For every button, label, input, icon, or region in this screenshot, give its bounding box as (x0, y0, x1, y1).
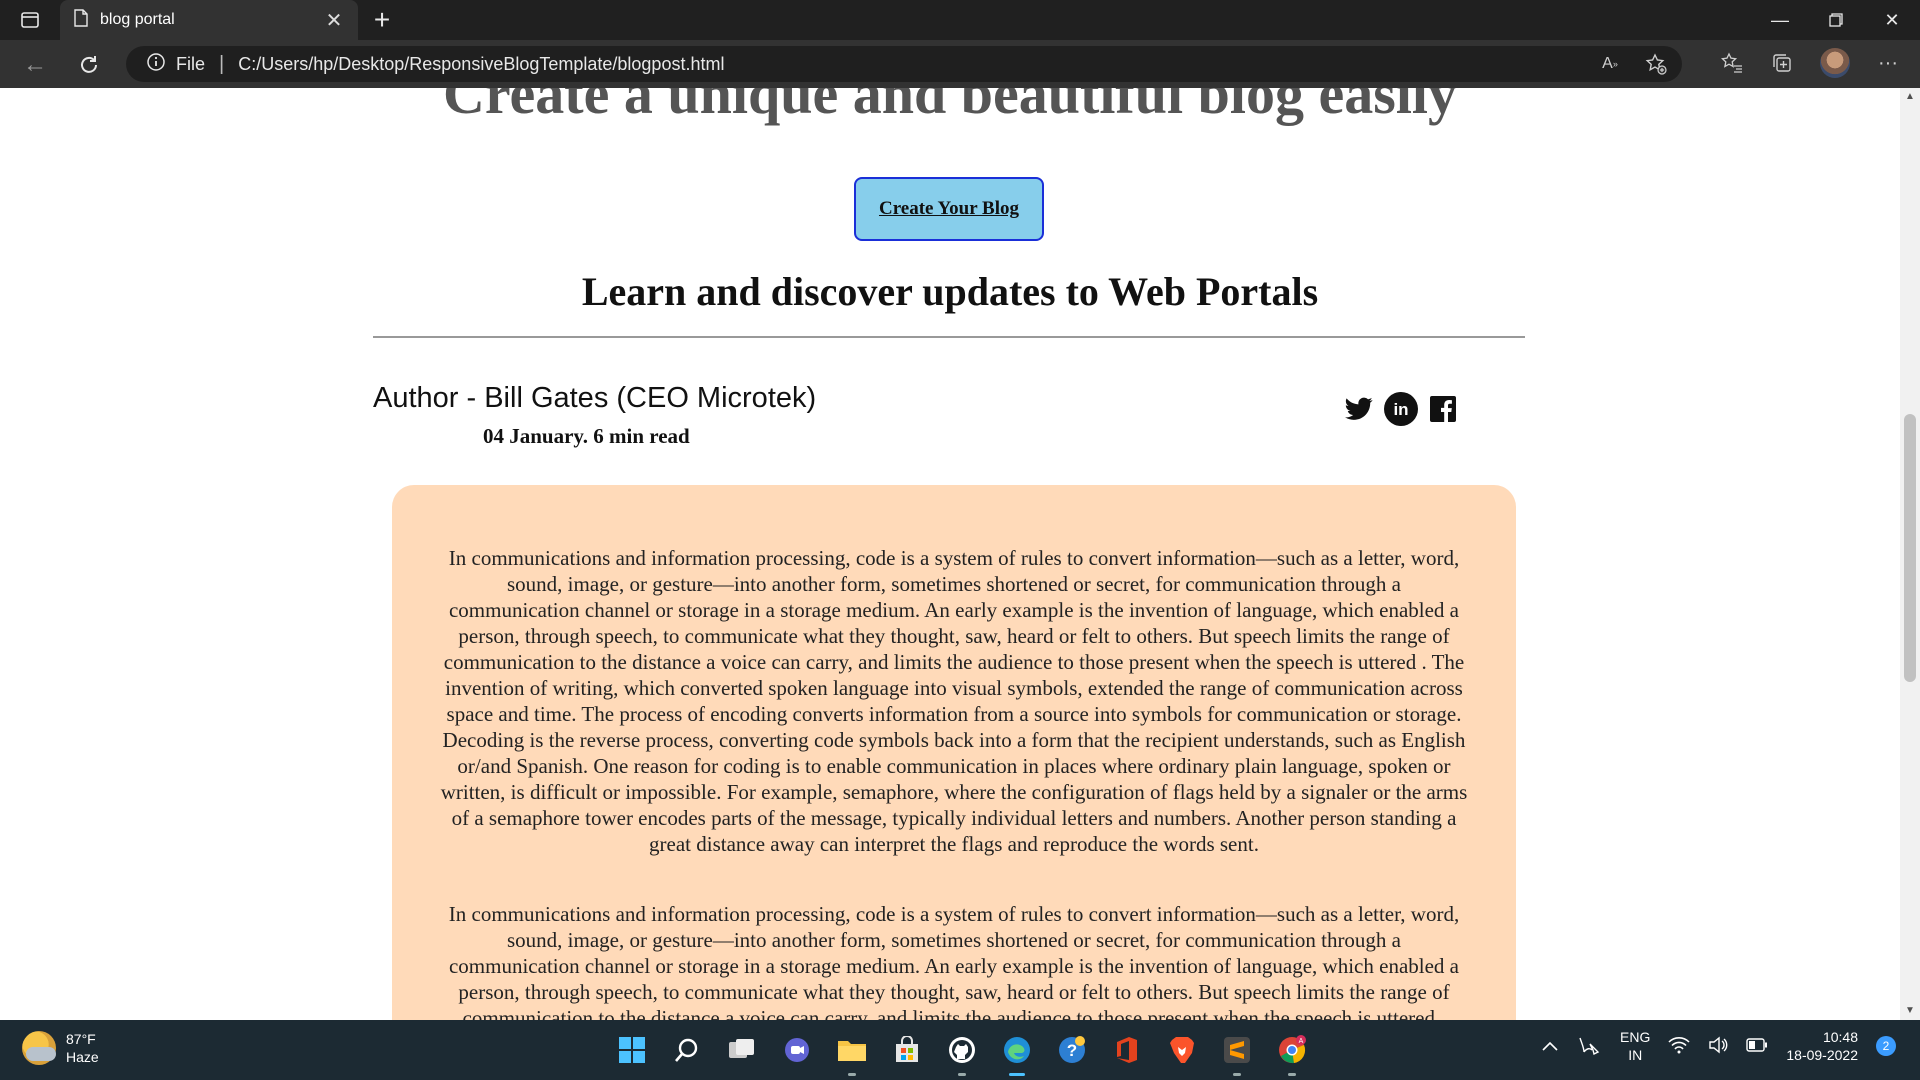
scroll-up-icon[interactable]: ▲ (1900, 88, 1920, 106)
create-blog-button[interactable]: Create Your Blog (854, 177, 1044, 241)
linkedin-icon[interactable]: in (1384, 392, 1418, 426)
tab-active[interactable]: blog portal ✕ (60, 0, 358, 40)
twitter-icon[interactable] (1342, 392, 1376, 426)
post-paragraph: In communications and information proces… (448, 902, 1460, 1020)
minimize-icon[interactable]: — (1752, 0, 1808, 40)
volume-icon[interactable] (1708, 1036, 1728, 1057)
page-viewport: Create a unique and beautiful blog easil… (0, 88, 1900, 1020)
page-icon (74, 8, 88, 32)
sublime-text-icon[interactable] (1217, 1030, 1257, 1076)
clock-date: 18-09-2022 (1786, 1047, 1858, 1063)
post-paragraph: In communications and information proces… (440, 546, 1468, 856)
address-separator: | (219, 52, 225, 75)
brave-icon[interactable] (1162, 1030, 1202, 1070)
social-links: in (1342, 392, 1460, 426)
weather-condition: Haze (66, 1049, 99, 1065)
section-heading: Learn and discover updates to Web Portal… (581, 269, 1319, 314)
chat-icon[interactable] (777, 1030, 817, 1070)
facebook-icon[interactable] (1426, 392, 1460, 426)
svg-text:A: A (1299, 1038, 1304, 1045)
clock[interactable]: 10:48 18-09-2022 (1786, 1028, 1858, 1064)
taskbar-apps: ? A (612, 1030, 1312, 1076)
region-code: IN (1628, 1047, 1643, 1063)
language-indicator[interactable]: ENG IN (1620, 1028, 1650, 1064)
weather-widget[interactable]: 87°F Haze (22, 1030, 99, 1066)
taskbar: 87°F Haze ? A ENG IN 10:48 18-09-2022 2 (0, 1020, 1920, 1080)
tab-title: blog portal (100, 11, 175, 28)
window-controls: — ✕ (1752, 0, 1920, 40)
store-icon[interactable] (887, 1030, 927, 1070)
task-view-icon[interactable] (722, 1030, 762, 1070)
start-icon[interactable] (612, 1030, 652, 1070)
post-content-card: In communications and information proces… (392, 485, 1516, 1020)
clock-time: 10:48 (1822, 1029, 1858, 1045)
address-bar[interactable]: File | C:/Users/hp/Desktop/ResponsiveBlo… (126, 46, 1682, 82)
help-icon[interactable]: ? (1052, 1030, 1092, 1070)
tab-strip: blog portal ✕ + — ✕ (0, 0, 1920, 40)
system-tray: ENG IN 10:48 18-09-2022 2 (1542, 1028, 1896, 1064)
chrome-icon[interactable]: A (1272, 1030, 1312, 1076)
post-meta: 04 January. 6 min read (483, 424, 690, 448)
wifi-icon[interactable] (1668, 1036, 1690, 1057)
more-icon[interactable]: ··· (1876, 51, 1900, 75)
temperature: 87°F (66, 1031, 96, 1047)
office-icon[interactable] (1107, 1030, 1147, 1070)
svg-text:?: ? (1067, 1041, 1077, 1060)
battery-icon[interactable] (1746, 1037, 1768, 1055)
collections-icon[interactable] (1770, 51, 1794, 75)
notification-badge[interactable]: 2 (1876, 1036, 1896, 1056)
back-icon[interactable]: ← (18, 48, 52, 82)
chevron-up-icon[interactable] (1542, 1038, 1558, 1054)
refresh-icon[interactable] (72, 48, 106, 82)
add-favorite-icon[interactable] (1644, 52, 1668, 76)
author-name: Author - Bill Gates (CEO Microtek) (373, 382, 817, 414)
browser-toolbar: ← File | C:/Users/hp/Desktop/ResponsiveB… (0, 40, 1920, 88)
avatar[interactable] (1820, 48, 1850, 78)
hero-title: Create a unique and beautiful blog easil… (442, 88, 1458, 126)
read-aloud-icon[interactable]: A» (1598, 52, 1622, 76)
language-code: ENG (1620, 1029, 1651, 1045)
scroll-down-icon[interactable]: ▼ (1900, 1002, 1920, 1020)
haze-weather-icon (22, 1031, 56, 1065)
address-scheme: File (176, 53, 206, 74)
divider (373, 336, 1525, 338)
plus-icon[interactable]: + (368, 6, 396, 34)
close-icon[interactable]: ✕ (324, 8, 344, 33)
github-icon[interactable] (942, 1030, 982, 1076)
pen-icon[interactable] (1576, 1034, 1602, 1059)
scrollbar[interactable]: ▲ ▼ (1900, 88, 1920, 1020)
info-icon[interactable] (146, 52, 166, 77)
favorites-icon[interactable] (1720, 51, 1744, 75)
address-url[interactable]: C:/Users/hp/Desktop/ResponsiveBlogTempla… (238, 54, 724, 75)
window-close-icon[interactable]: ✕ (1864, 0, 1920, 40)
scroll-thumb[interactable] (1904, 414, 1916, 682)
edge-icon[interactable] (997, 1030, 1037, 1076)
restore-icon[interactable] (1808, 0, 1864, 40)
tab-actions-icon[interactable] (16, 8, 44, 32)
svg-text:in: in (1393, 400, 1408, 419)
search-icon[interactable] (667, 1030, 707, 1070)
file-explorer-icon[interactable] (832, 1030, 872, 1076)
